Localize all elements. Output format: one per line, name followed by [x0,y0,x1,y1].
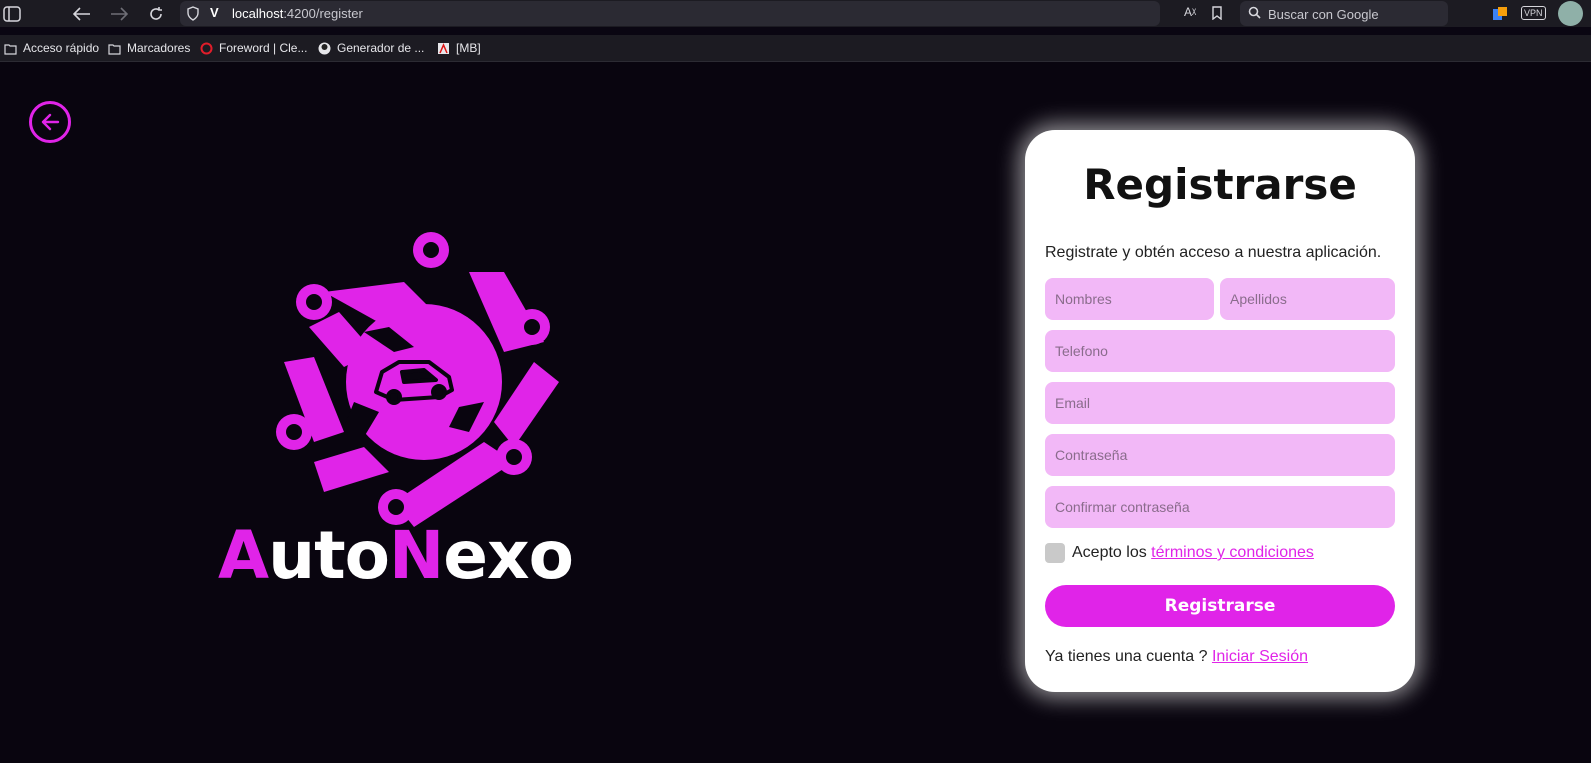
bookmark-generador[interactable]: Generador de ... [318,41,424,55]
bookmark-mb[interactable]: [MB] [437,41,481,55]
shield-icon[interactable] [186,6,200,26]
back-arrow-icon[interactable] [72,4,92,24]
bookmark-foreword[interactable]: Foreword | Cle... [200,41,307,55]
vivaldi-icon: V [210,5,219,20]
brand-letter-n: N [388,517,444,594]
back-button[interactable] [29,101,71,143]
address-bar[interactable]: V localhost:4200/register Aᵡ [180,1,1222,26]
folder-icon [108,42,121,55]
sidebar-toggle-icon[interactable] [2,4,22,24]
brand-wordmark: AutoNexo [218,517,574,594]
register-card: Registrarse Registrate y obtén acceso a … [1025,130,1415,692]
brand-uto: uto [268,517,390,594]
arrow-left-icon [41,113,60,131]
confirm-password-field[interactable]: Confirmar contraseña [1045,486,1395,528]
login-link[interactable]: Iniciar Sesión [1212,648,1308,665]
forward-arrow-icon[interactable] [109,4,129,24]
terms-prefix: Acepto los [1072,544,1147,561]
terms-link[interactable]: términos y condiciones [1151,544,1314,562]
search-placeholder: Buscar con Google [1268,7,1379,22]
brand-exo: exo [443,517,574,594]
form-subtitle: Registrate y obtén acceso a nuestra apli… [1045,244,1382,261]
phone-field[interactable]: Telefono [1045,330,1395,372]
avatar[interactable] [1558,1,1583,26]
folder-grid-icon [4,42,17,55]
vpn-badge[interactable]: VPN [1521,6,1546,20]
email-field[interactable]: Email [1045,382,1395,424]
register-page: AutoNexo Registrarse Registrate y obtén … [0,62,1591,763]
register-button[interactable]: Registrarse [1045,585,1395,627]
brand-letter-a: A [218,517,269,594]
terms-checkbox[interactable] [1045,543,1065,563]
browser-toolbar: V localhost:4200/register Aᵡ Buscar con … [0,0,1591,27]
translate-icon[interactable]: Aᵡ [1184,5,1196,19]
bookmarks-bar: Acceso rápido Marcadores Foreword | Cle.… [0,35,1591,62]
login-prompt: Ya tienes una cuenta ? [1045,648,1208,665]
bookmark-icon[interactable] [1212,6,1222,25]
page-title: Registrarse [1083,160,1357,209]
search-icon [1248,6,1264,25]
login-row: Ya tienes una cuenta ? Iniciar Sesión [1045,648,1308,666]
url-text[interactable]: localhost:4200/register [232,6,363,21]
terms-row: Acepto los términos y condiciones [1045,543,1314,563]
site-icon [437,42,450,55]
bookmark-acceso-rapido[interactable]: Acceso rápido [4,41,99,55]
search-box[interactable]: Buscar con Google [1240,1,1448,26]
last-name-field[interactable]: Apellidos [1220,278,1395,320]
opera-icon [200,42,213,55]
reload-icon[interactable] [146,4,166,24]
password-field[interactable]: Contraseña [1045,434,1395,476]
bookmark-marcadores[interactable]: Marcadores [108,41,190,55]
extension-icon[interactable] [1490,4,1510,24]
site-icon [318,42,331,55]
first-name-field[interactable]: Nombres [1045,278,1214,320]
